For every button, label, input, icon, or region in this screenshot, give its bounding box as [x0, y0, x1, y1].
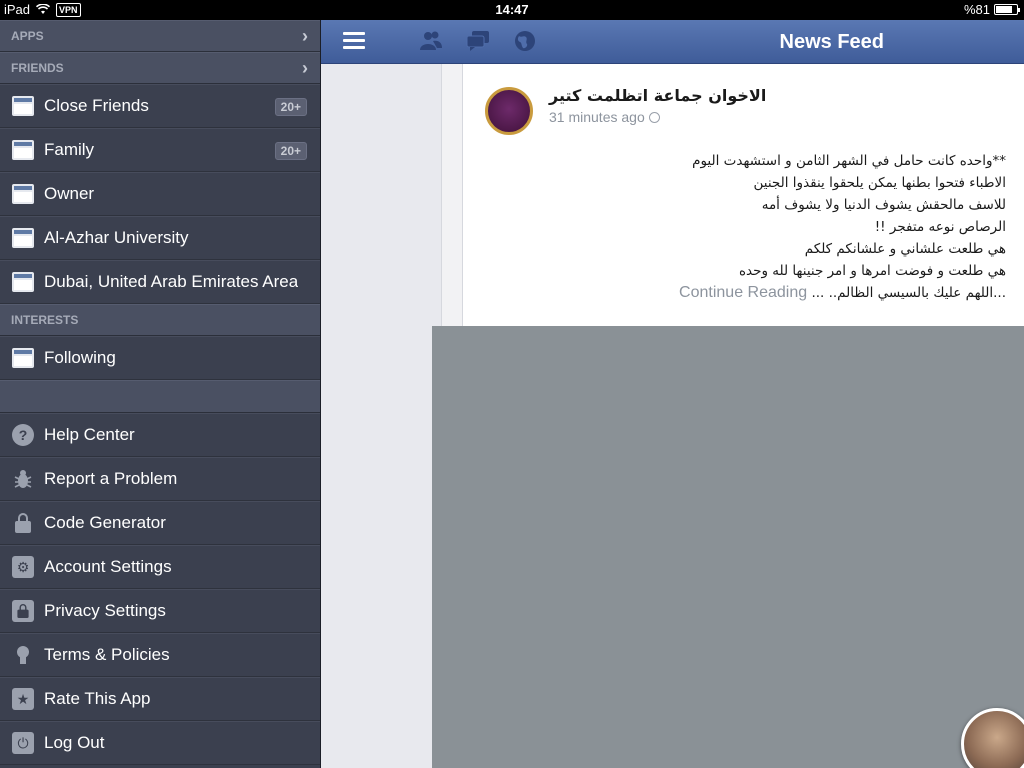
- continue-reading-link[interactable]: Continue Reading: [679, 284, 807, 301]
- sidebar-item-help-center[interactable]: ? Help Center: [0, 413, 320, 457]
- story-text-line: للاسف مالحقش يشوف الدنيا ولا يشوف أمه: [761, 197, 1006, 213]
- sidebar-header-apps[interactable]: APPS ›: [0, 20, 320, 52]
- story-text: **واحده كانت حامل في الشهر الثامن و استش…: [486, 150, 1006, 304]
- menu-icon[interactable]: [343, 32, 365, 50]
- friend-list-icon: [11, 182, 35, 206]
- story-text-line: الاطباء فتحوا بطنها يمكن يلحقوا ينقذوا ا…: [753, 175, 1007, 191]
- sidebar-item-label: Terms & Policies: [44, 645, 170, 664]
- friend-list-icon: [11, 270, 35, 294]
- sidebar-item-label: Close Friends: [44, 96, 149, 115]
- messages-icon[interactable]: [466, 30, 490, 52]
- friend-list-icon: [11, 138, 35, 162]
- bug-icon: [11, 467, 35, 491]
- sidebar-item-label: Code Generator: [44, 513, 166, 532]
- story-timestamp[interactable]: 31 minutes ago: [549, 109, 660, 125]
- story-text-line: هي طلعت و فوضت امرها و امر جنينها لله وح…: [738, 263, 1006, 279]
- friend-requests-icon[interactable]: [419, 30, 443, 52]
- sidebar-header-interests: INTERESTS: [0, 304, 320, 336]
- sidebar-item-close-friends[interactable]: Close Friends 20+: [0, 84, 320, 128]
- sidebar-item-label: Privacy Settings: [44, 601, 166, 620]
- friends-header-label: FRIENDS: [11, 61, 64, 75]
- chat-head-avatar[interactable]: [961, 708, 1024, 768]
- terms-icon: [11, 643, 35, 667]
- sidebar-item-code-generator[interactable]: Code Generator: [0, 501, 320, 545]
- sidebar-item-al-azhar[interactable]: Al-Azhar University: [0, 216, 320, 260]
- chevron-right-icon: ›: [302, 57, 308, 78]
- sidebar-item-label: Report a Problem: [44, 469, 178, 488]
- story-text-line: ...اللهم عليك بالسيسي الظالم.. ...: [811, 285, 1006, 301]
- story-text-line: **واحده كانت حامل في الشهر الثامن و استش…: [692, 153, 1006, 169]
- status-time: 14:47: [495, 2, 529, 17]
- main-content: News Feed الاخوان جماعة اتظلمت كتير 31 m…: [320, 20, 1024, 768]
- sidebar-header-friends[interactable]: FRIENDS ›: [0, 52, 320, 84]
- sidebar-item-family[interactable]: Family 20+: [0, 128, 320, 172]
- sidebar-item-label: Family: [44, 140, 95, 159]
- sidebar-item-label: Al-Azhar University: [44, 228, 189, 247]
- sidebar-item-label: Rate This App: [44, 689, 151, 708]
- sidebar-item-report-problem[interactable]: Report a Problem: [0, 457, 320, 501]
- story-text-line-last: ...اللهم عليك بالسيسي الظالم.. ... Conti…: [486, 282, 1006, 304]
- privacy-lock-icon: [11, 599, 35, 623]
- help-icon: ?: [11, 423, 35, 447]
- news-feed-story: الاخوان جماعة اتظلمت كتير 31 minutes ago…: [462, 64, 1024, 328]
- gear-icon: ⚙: [11, 555, 35, 579]
- status-bar: iPad VPN 14:47 %81: [0, 0, 1024, 20]
- story-author[interactable]: الاخوان جماعة اتظلمت كتير: [549, 86, 766, 105]
- sidebar-item-label: Following: [44, 348, 116, 367]
- interest-list-icon: [11, 346, 35, 370]
- sidebar-item-following[interactable]: Following: [0, 336, 320, 380]
- battery-percent: %81: [963, 2, 990, 17]
- sidebar-item-privacy-settings[interactable]: Privacy Settings: [0, 589, 320, 633]
- apps-header-label: APPS: [11, 29, 44, 43]
- status-right: %81: [963, 2, 1020, 17]
- lock-icon: [11, 511, 35, 535]
- sidebar-item-dubai[interactable]: Dubai, United Arab Emirates Area: [0, 260, 320, 304]
- sidebar-item-owner[interactable]: Owner: [0, 172, 320, 216]
- sidebar-item-log-out[interactable]: ⏻ Log Out: [0, 721, 320, 765]
- story-text-line: الرصاص نوعه متفجر !!: [874, 219, 1006, 235]
- story-photo-placeholder[interactable]: [432, 326, 1024, 768]
- interests-header-label: INTERESTS: [11, 313, 79, 327]
- count-badge: 20+: [274, 98, 307, 116]
- sidebar-item-label: Help Center: [44, 425, 135, 444]
- battery-icon: [994, 4, 1020, 15]
- sidebar-item-rate-app[interactable]: ★ Rate This App: [0, 677, 320, 721]
- power-icon: ⏻: [11, 731, 35, 755]
- friend-list-icon: [11, 226, 35, 250]
- sidebar-item-label: Log Out: [44, 733, 105, 752]
- sidebar-item-label: Account Settings: [44, 557, 172, 576]
- top-navigation-bar: News Feed: [321, 20, 1024, 64]
- page-title: News Feed: [779, 31, 884, 53]
- friend-list-icon: [11, 94, 35, 118]
- chevron-right-icon: ›: [302, 25, 308, 46]
- sidebar-item-account-settings[interactable]: ⚙ Account Settings: [0, 545, 320, 589]
- timestamp-text: 31 minutes ago: [549, 109, 645, 125]
- notifications-globe-icon[interactable]: [513, 30, 537, 52]
- feed-gutter: [441, 64, 462, 350]
- count-badge: 20+: [274, 142, 307, 160]
- story-text-line: هي طلعت علشاني و علشانكم كلكم: [804, 241, 1006, 257]
- sidebar-item-terms-policies[interactable]: Terms & Policies: [0, 633, 320, 677]
- page-avatar[interactable]: [485, 87, 533, 135]
- sidebar-item-label: Owner: [44, 184, 95, 203]
- public-globe-icon: [648, 111, 660, 123]
- sidebar: APPS › FRIENDS › Close Friends 20+ Famil…: [0, 20, 320, 768]
- sidebar-divider: [0, 380, 320, 413]
- sidebar-item-label: Dubai, United Arab Emirates Area: [44, 272, 299, 291]
- star-icon: ★: [11, 687, 35, 711]
